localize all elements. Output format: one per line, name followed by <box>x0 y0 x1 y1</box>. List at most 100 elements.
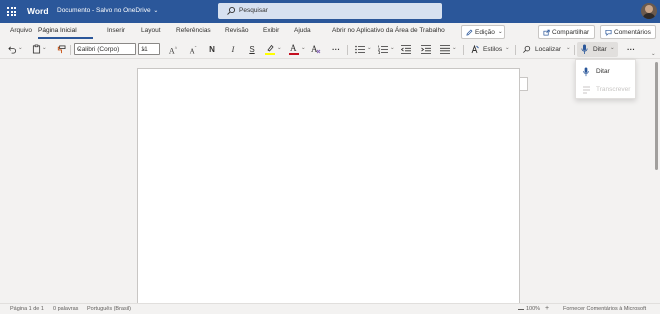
tab-layout[interactable]: Layout <box>141 27 161 34</box>
zoom-level[interactable]: 100% <box>526 306 540 312</box>
search-icon <box>227 6 236 15</box>
divider <box>463 45 464 55</box>
font-color-button[interactable]: A <box>289 43 299 56</box>
tab-exibir[interactable]: Exibir <box>263 27 279 34</box>
chevron-down-icon[interactable]: ⌄ <box>18 45 23 51</box>
active-tab-indicator <box>38 37 93 39</box>
styles-button[interactable]: Estilos ⌄ <box>468 43 512 56</box>
zoom-out-icon[interactable] <box>518 309 524 310</box>
share-button[interactable]: Compartilhar <box>538 25 595 39</box>
numbering-icon[interactable] <box>378 45 388 54</box>
decrease-indent-icon[interactable] <box>401 45 411 54</box>
share-icon <box>543 29 550 36</box>
dictate-menu-item[interactable]: Ditar <box>576 63 637 80</box>
divider <box>574 45 575 55</box>
undo-icon[interactable] <box>8 45 17 54</box>
font-color-icon: A <box>290 43 297 53</box>
find-button[interactable]: Localizar ⌄ <box>520 43 572 56</box>
bold-button[interactable]: N <box>206 43 218 56</box>
italic-button[interactable]: I <box>227 43 239 56</box>
avatar[interactable] <box>641 3 657 19</box>
microphone-icon <box>583 67 589 77</box>
page-count: Página 1 de 1 <box>10 306 44 312</box>
font-name-select[interactable]: Calibri (Corpo) ⌄ <box>74 43 136 55</box>
page-side-marker <box>520 77 528 91</box>
menu-bar: Arquivo Página Inicial Inserir Layout Re… <box>0 23 660 40</box>
word-count[interactable]: 0 palavras <box>53 306 78 312</box>
document-page[interactable] <box>137 68 520 304</box>
open-desktop-app-link[interactable]: Abrir no Aplicativo da Área de Trabalho <box>332 27 445 34</box>
title-bar: Word Documento - Salvo no OneDrive ⌄ Pes… <box>0 0 660 23</box>
dictate-button[interactable]: Ditar ⌄ <box>577 42 618 57</box>
font-size-select[interactable]: 11 ⌄ <box>138 43 160 55</box>
editing-mode-label: Edição <box>475 28 495 36</box>
more-options-icon[interactable]: ··· <box>624 43 638 56</box>
tab-arquivo[interactable]: Arquivo <box>10 27 32 34</box>
transcribe-menu-item[interactable]: Transcrever <box>576 81 637 98</box>
chevron-down-icon[interactable]: ⌄ <box>390 45 395 51</box>
highlight-color-swatch <box>265 53 275 55</box>
chevron-down-icon[interactable]: ⌄ <box>277 45 282 51</box>
format-painter-icon[interactable] <box>56 45 66 54</box>
chevron-down-icon: ⌄ <box>610 45 615 51</box>
editing-mode-button[interactable]: Edição ⌄ <box>461 25 505 39</box>
chevron-down-icon: ⌄ <box>153 8 159 14</box>
search-placeholder: Pesquisar <box>239 7 268 14</box>
chevron-down-icon: ⌄ <box>505 45 510 51</box>
feedback-link[interactable]: Fornecer Comentários à Microsoft <box>563 306 646 312</box>
styles-icon <box>471 45 479 54</box>
dictate-menu-label: Ditar <box>596 68 610 75</box>
chevron-down-icon: ⌄ <box>77 46 83 52</box>
app-name[interactable]: Word <box>27 6 49 16</box>
app-launcher-icon[interactable] <box>7 7 16 16</box>
styles-label: Estilos <box>483 45 503 53</box>
bullets-icon[interactable] <box>355 45 365 54</box>
increase-indent-icon[interactable] <box>421 45 431 54</box>
chevron-down-icon[interactable]: ⌄ <box>452 45 457 51</box>
more-font-options-icon[interactable]: ··· <box>329 43 343 56</box>
clear-formatting-icon[interactable]: A <box>311 44 322 54</box>
language-indicator[interactable]: Português (Brasil) <box>87 306 131 312</box>
transcribe-menu-label: Transcrever <box>596 86 631 93</box>
tab-revisao[interactable]: Revisão <box>225 27 248 34</box>
tab-inserir[interactable]: Inserir <box>107 27 125 34</box>
grow-font-icon[interactable]: A^ <box>167 43 179 56</box>
chevron-down-icon[interactable]: ⌄ <box>301 45 306 51</box>
chevron-down-icon: ⌄ <box>498 29 503 35</box>
comments-button[interactable]: Comentários <box>600 25 656 39</box>
chevron-down-icon[interactable]: ⌄ <box>42 45 47 51</box>
tab-ajuda[interactable]: Ajuda <box>294 27 311 34</box>
find-label: Localizar <box>535 45 562 53</box>
tab-pagina-inicial[interactable]: Página Inicial <box>38 27 77 34</box>
dictate-dropdown-menu: Ditar Transcrever <box>575 59 636 99</box>
comment-icon <box>605 29 612 36</box>
tab-referencias[interactable]: Referências <box>176 27 211 34</box>
shrink-font-icon[interactable]: Aˇ <box>187 43 199 56</box>
microphone-icon <box>581 44 588 54</box>
underline-button[interactable]: S <box>246 43 258 56</box>
document-title[interactable]: Documento - Salvo no OneDrive ⌄ <box>57 7 158 14</box>
highlight-color-button[interactable] <box>265 44 275 56</box>
paste-icon[interactable] <box>32 44 41 54</box>
transcribe-icon <box>583 86 590 94</box>
status-bar: Página 1 de 1 0 palavras Português (Bras… <box>0 303 660 314</box>
comments-label: Comentários <box>614 28 651 36</box>
divider <box>70 45 71 55</box>
dictate-label: Ditar <box>593 45 607 53</box>
search-icon <box>523 45 531 53</box>
ribbon-collapse-icon[interactable]: ⌄ <box>651 51 656 57</box>
chevron-down-icon[interactable]: ⌄ <box>367 45 372 51</box>
pencil-icon <box>466 29 473 36</box>
share-label: Compartilhar <box>552 28 590 36</box>
divider <box>347 45 348 55</box>
search-box[interactable]: Pesquisar <box>218 3 442 19</box>
zoom-in-icon[interactable]: + <box>545 305 549 312</box>
vertical-scrollbar[interactable] <box>655 62 658 170</box>
align-icon[interactable] <box>440 45 450 54</box>
chevron-down-icon: ⌄ <box>141 46 147 52</box>
highlighter-icon <box>267 44 274 52</box>
font-color-swatch <box>289 53 299 55</box>
chevron-down-icon: ⌄ <box>566 45 571 51</box>
document-title-text: Documento - Salvo no OneDrive <box>57 7 151 14</box>
divider <box>515 45 516 55</box>
